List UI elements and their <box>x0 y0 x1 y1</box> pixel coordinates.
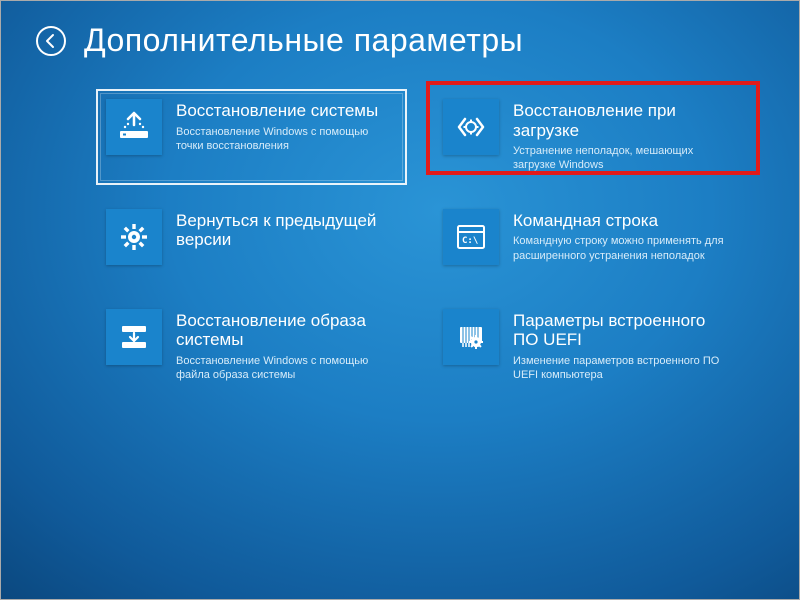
arrow-left-icon <box>43 33 59 49</box>
tile-title: Командная строка <box>513 211 732 231</box>
tile-text: Вернуться к предыдущей версии <box>176 209 395 254</box>
image-recovery-icon <box>106 309 162 365</box>
tile-image-recovery[interactable]: Восстановление образа системы Восстановл… <box>96 299 407 395</box>
system-restore-icon <box>106 99 162 155</box>
tile-text: Восстановление образа системы Восстановл… <box>176 309 395 383</box>
tile-desc: Командную строку можно применять для рас… <box>513 234 732 263</box>
tile-uefi-settings[interactable]: Параметры встроенного ПО UEFI Изменение … <box>433 299 744 395</box>
command-prompt-icon: C:\ <box>443 209 499 265</box>
back-button[interactable] <box>36 26 66 56</box>
tile-text: Параметры встроенного ПО UEFI Изменение … <box>513 309 732 383</box>
header: Дополнительные параметры <box>36 22 764 59</box>
tile-title: Восстановление системы <box>176 101 395 121</box>
tile-title: Восстановление при загрузке <box>513 101 732 140</box>
uefi-icon <box>443 309 499 365</box>
tile-go-back-version[interactable]: Вернуться к предыдущей версии <box>96 199 407 285</box>
tile-desc: Устранение неполадок, мешающих загрузке … <box>513 144 732 173</box>
tile-desc: Восстановление Windows с помощью файла о… <box>176 354 395 383</box>
page-title: Дополнительные параметры <box>84 22 523 59</box>
tile-text: Восстановление при загрузке Устранение н… <box>513 99 732 173</box>
tile-system-restore[interactable]: Восстановление системы Восстановление Wi… <box>96 89 407 185</box>
tile-title: Параметры встроенного ПО UEFI <box>513 311 732 350</box>
tile-startup-repair[interactable]: Восстановление при загрузке Устранение н… <box>433 89 744 185</box>
options-grid: Восстановление системы Восстановление Wi… <box>36 89 764 394</box>
tile-text: Восстановление системы Восстановление Wi… <box>176 99 395 153</box>
tile-title: Восстановление образа системы <box>176 311 395 350</box>
tile-command-prompt[interactable]: C:\ Командная строка Командную строку мо… <box>433 199 744 285</box>
tile-desc: Восстановление Windows с помощью точки в… <box>176 125 395 154</box>
tile-text: Командная строка Командную строку можно … <box>513 209 732 263</box>
startup-repair-icon <box>443 99 499 155</box>
svg-text:C:\: C:\ <box>462 236 478 246</box>
advanced-options-screen: Дополнительные параметры Восстановление … <box>0 0 800 394</box>
tile-title: Вернуться к предыдущей версии <box>176 211 395 250</box>
gear-icon <box>106 209 162 265</box>
tile-desc: Изменение параметров встроенного ПО UEFI… <box>513 354 732 383</box>
